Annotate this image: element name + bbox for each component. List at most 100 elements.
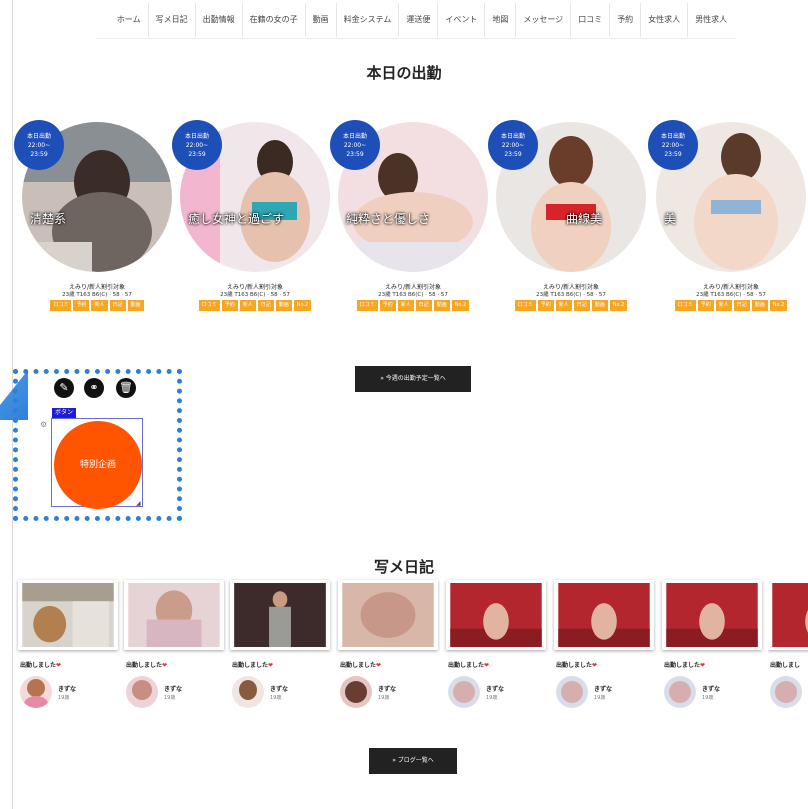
- tag-review[interactable]: 口コミ: [514, 300, 536, 311]
- tag-rank[interactable]: No.2: [609, 300, 628, 311]
- nav-item-video[interactable]: 動画: [306, 3, 337, 37]
- heart-icon: ❤: [592, 662, 598, 669]
- blog-author[interactable]: きずな: [594, 684, 612, 693]
- nav-item-delivery[interactable]: 運送便: [399, 3, 439, 37]
- heart-icon: ❤: [268, 662, 274, 669]
- tag-reserve[interactable]: 予約: [73, 300, 90, 311]
- catchphrase: 純粋さと優しさ: [346, 212, 431, 226]
- blog-author[interactable]: きずな: [58, 684, 76, 693]
- blog-author[interactable]: きずな: [378, 684, 396, 693]
- tag-reserve[interactable]: 予約: [221, 300, 238, 311]
- trash-icon[interactable]: 🗑: [116, 378, 136, 398]
- tag-review[interactable]: 口コミ: [356, 300, 378, 311]
- badge-label: 本日出勤: [342, 133, 367, 140]
- tag-reserve[interactable]: 予約: [697, 300, 714, 311]
- blog-photo[interactable]: [446, 580, 546, 650]
- nav-item-reviews[interactable]: 口コミ: [571, 3, 611, 37]
- blog-list-button[interactable]: » ブログ一覧へ: [369, 748, 457, 774]
- tag-video[interactable]: 動画: [433, 300, 450, 311]
- tag-review[interactable]: 口コミ: [674, 300, 696, 311]
- blog-photo[interactable]: [662, 580, 762, 650]
- blog-author[interactable]: きずな: [270, 684, 288, 693]
- blog-author[interactable]: きずな: [486, 684, 504, 693]
- nav-item-male-recruit[interactable]: 男性求人: [688, 3, 734, 37]
- pencil-icon[interactable]: ✎: [54, 378, 74, 398]
- catchphrase: 癒し女神と過ごす: [188, 212, 285, 226]
- weekly-schedule-button[interactable]: » 今週の出勤予定一覧へ: [355, 366, 471, 392]
- nav-item-female-recruit[interactable]: 女性求人: [641, 3, 689, 37]
- badge-label: 本日出勤: [660, 133, 685, 140]
- nav-item-schedule[interactable]: 出勤情報: [196, 3, 243, 37]
- avatar[interactable]: [664, 676, 696, 708]
- tag-rank[interactable]: No.2: [293, 300, 312, 311]
- tag-reserve[interactable]: 予約: [379, 300, 396, 311]
- tag-diary[interactable]: 日記: [573, 300, 590, 311]
- tag-new[interactable]: 新人: [239, 300, 256, 311]
- tag-list: 口コミ 予約 新人 日記 動画: [22, 300, 172, 311]
- blog-photo[interactable]: [230, 580, 330, 650]
- blog-author[interactable]: きずな: [702, 684, 720, 693]
- blog-photo[interactable]: [338, 580, 438, 650]
- avatar[interactable]: [20, 676, 52, 708]
- blog-author[interactable]: きずな: [164, 684, 182, 693]
- tag-rank[interactable]: No.2: [451, 300, 470, 311]
- nav-item-reserve[interactable]: 予約: [610, 3, 642, 37]
- badge-label: 本日出勤: [184, 133, 209, 140]
- catchphrase: 曲線美: [566, 212, 603, 226]
- tag-diary[interactable]: 日記: [415, 300, 432, 311]
- nav-item-home[interactable]: ホーム: [110, 3, 149, 37]
- nav-item-event[interactable]: イベント: [438, 3, 486, 37]
- shift-time-badge: 本日出勤 22:00~ 23:59: [648, 120, 698, 170]
- badge-end: 23:59: [664, 151, 682, 158]
- nav-item-message[interactable]: メッセージ: [516, 3, 572, 37]
- blog-title: 出勤しました❤: [448, 660, 489, 669]
- tag-diary[interactable]: 日記: [257, 300, 274, 311]
- blog-title-text: 出勤しました: [126, 662, 163, 669]
- blog-photo[interactable]: [124, 580, 224, 650]
- tag-new[interactable]: 新人: [91, 300, 108, 311]
- catchphrase: 清楚系: [30, 212, 67, 226]
- resize-handle-icon[interactable]: ◢: [136, 500, 141, 507]
- tag-video[interactable]: 動画: [127, 300, 144, 311]
- nav-item-photo-diary[interactable]: 写メ日記: [149, 3, 196, 37]
- nav-item-pricing[interactable]: 料金システム: [337, 3, 400, 37]
- blog-post[interactable]: 出勤しまし: [768, 580, 808, 720]
- blog-author-age: 19歳: [164, 695, 176, 701]
- badge-label: 本日出勤: [26, 133, 51, 140]
- tag-new[interactable]: 新人: [715, 300, 732, 311]
- nav-item-map[interactable]: 地図: [485, 3, 517, 37]
- tag-review[interactable]: 口コミ: [198, 300, 220, 311]
- link-icon[interactable]: ⚭: [84, 378, 104, 398]
- blog-photo[interactable]: [768, 580, 808, 650]
- blog-title: 出勤しました❤: [232, 660, 273, 669]
- special-event-button[interactable]: 特別企画: [54, 421, 142, 509]
- badge-end: 23:59: [30, 151, 48, 158]
- nav-item-girls[interactable]: 在籍の女の子: [243, 3, 306, 37]
- tag-video[interactable]: 動画: [591, 300, 608, 311]
- tag-video[interactable]: 動画: [751, 300, 768, 311]
- avatar[interactable]: [340, 676, 372, 708]
- tag-list: 口コミ 予約 新人 日記 動画 No.2: [496, 300, 646, 311]
- avatar[interactable]: [556, 676, 588, 708]
- blog-photo[interactable]: [554, 580, 654, 650]
- tag-rank[interactable]: No.2: [769, 300, 788, 311]
- tag-new[interactable]: 新人: [397, 300, 414, 311]
- avatar[interactable]: [126, 676, 158, 708]
- element-type-label: ボタン: [52, 408, 77, 418]
- avatar[interactable]: [770, 676, 802, 708]
- tag-review[interactable]: 口コミ: [50, 300, 72, 311]
- gear-icon[interactable]: ⚙: [40, 420, 47, 429]
- avatar[interactable]: [232, 676, 264, 708]
- tag-reserve[interactable]: 予約: [537, 300, 554, 311]
- tag-diary[interactable]: 日記: [109, 300, 126, 311]
- avatar[interactable]: [448, 676, 480, 708]
- tag-new[interactable]: 新人: [555, 300, 572, 311]
- shift-time-badge: 本日出勤 22:00~ 23:59: [14, 120, 64, 170]
- tag-diary[interactable]: 日記: [733, 300, 750, 311]
- badge-start: 22:00~: [661, 142, 685, 149]
- heart-icon: ❤: [162, 662, 168, 669]
- tag-video[interactable]: 動画: [275, 300, 292, 311]
- blog-photo[interactable]: [18, 580, 118, 650]
- blog-title: 出勤しました❤: [340, 660, 381, 669]
- shift-time-badge: 本日出勤 22:00~ 23:59: [488, 120, 538, 170]
